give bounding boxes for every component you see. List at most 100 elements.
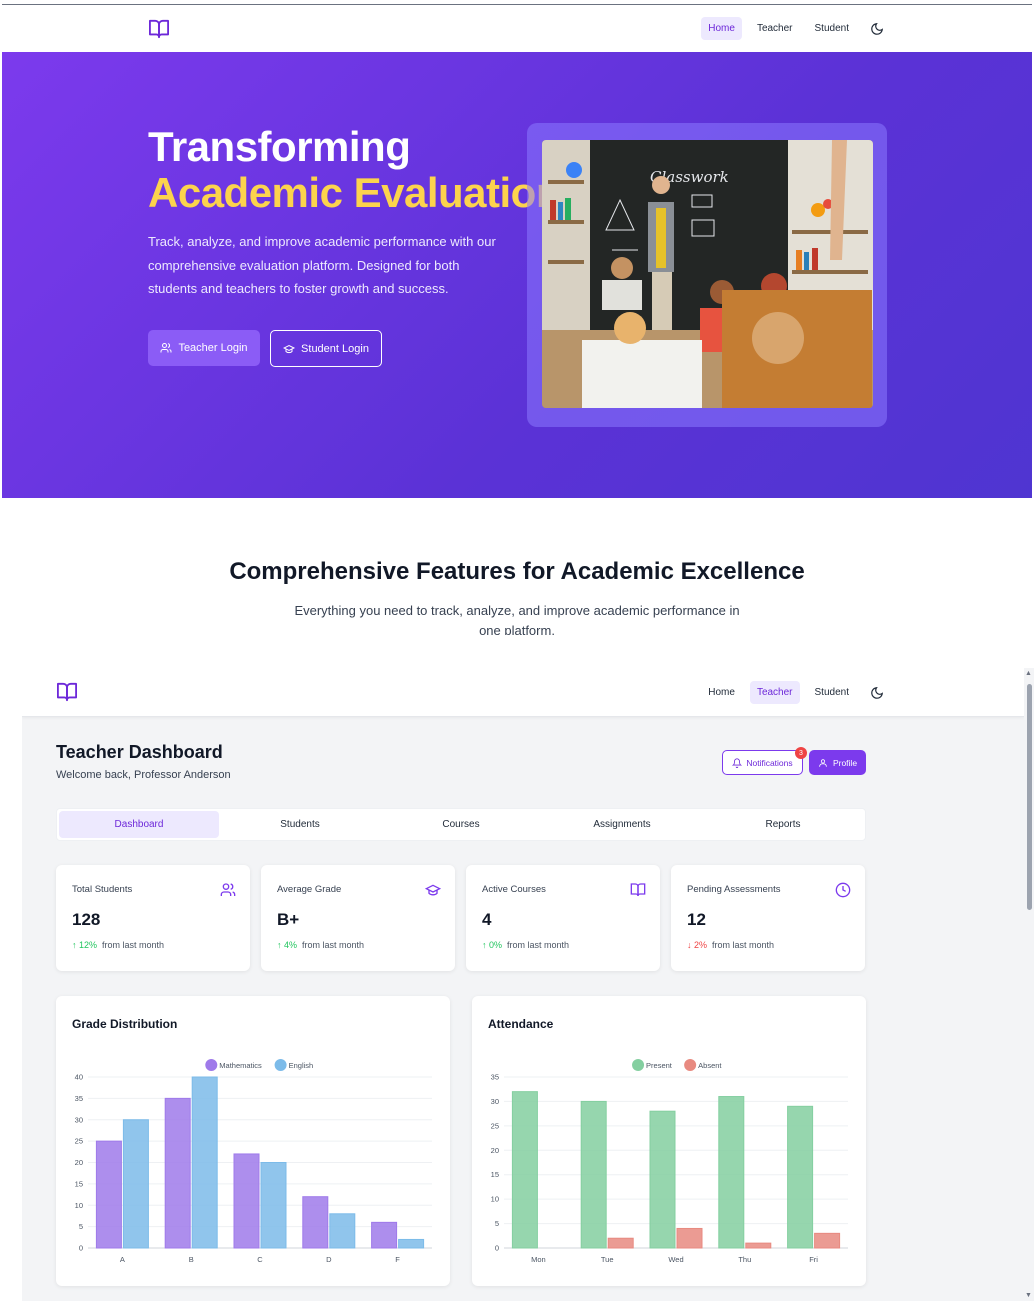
bar[interactable] (260, 1162, 287, 1249)
legend-label[interactable]: English (289, 1061, 314, 1070)
classroom-photo: Classwork (542, 140, 873, 408)
nav-home[interactable]: Home (701, 17, 742, 40)
legend-swatch[interactable] (684, 1059, 697, 1071)
bar[interactable] (302, 1196, 329, 1249)
moon-icon[interactable] (870, 686, 884, 700)
x-tick-label: C (257, 1255, 263, 1264)
app-nav-teacher[interactable]: Teacher (749, 681, 800, 704)
hero-title-line1: Transforming (148, 123, 411, 170)
y-tick-label: 20 (75, 1158, 83, 1167)
stat-trend-value: 0% (489, 940, 503, 950)
bar[interactable] (787, 1105, 814, 1249)
scroll-down-arrow-icon[interactable]: ▼ (1025, 1292, 1032, 1299)
y-tick-label: 30 (75, 1115, 83, 1124)
grade-distribution-card: Grade Distribution 0 5 10 15 20 25 30 35 40 Mathe… (56, 996, 450, 1286)
book-open-icon (630, 883, 646, 897)
dashboard-title: Teacher Dashboard (56, 742, 223, 762)
tab-courses[interactable]: Courses (381, 811, 541, 838)
graduation-cap-icon (425, 884, 441, 896)
bar[interactable] (580, 1100, 607, 1249)
stat-value: 4 (482, 910, 492, 929)
graduation-cap-icon (283, 344, 296, 353)
stat-trend-value: 12% (79, 940, 98, 950)
tab-assignments[interactable]: Assignments (542, 811, 702, 838)
stat-value: 128 (72, 910, 101, 929)
scrollbar[interactable]: ▲ ▼ (1024, 668, 1034, 1301)
teacher-dashboard-app: Home Teacher Student Teacher Dashboard W… (22, 668, 1024, 1301)
y-tick-label: 40 (75, 1073, 83, 1082)
bar[interactable] (649, 1110, 676, 1249)
stat-trend-suffix: from last month (712, 940, 775, 950)
tab-students[interactable]: Students (220, 811, 380, 838)
attendance-card: Attendance 0 5 10 15 20 25 30 35 Present Absent Mo… (472, 996, 866, 1286)
bar[interactable] (95, 1140, 122, 1249)
x-tick-label: Wed (668, 1255, 683, 1264)
bar[interactable] (164, 1097, 191, 1249)
bar[interactable] (676, 1227, 703, 1249)
stat-trend: ↑ 12% from last month (72, 940, 164, 950)
app-nav-home[interactable]: Home (701, 681, 742, 704)
profile-button[interactable]: Profile (809, 750, 866, 775)
book-open-logo-icon[interactable] (148, 19, 170, 39)
teacher-login-button[interactable]: Teacher Login (148, 330, 260, 366)
bar[interactable] (718, 1096, 745, 1249)
stat-trend: ↑ 4% from last month (277, 940, 364, 950)
grade-distribution-chart: 0 5 10 15 20 25 30 35 40 Mathematics English A B C D F (75, 1059, 432, 1264)
bar[interactable] (329, 1213, 356, 1249)
attendance-chart: 0 5 10 15 20 25 30 35 Present Absent Mon Tue Wed Thu F… (491, 1059, 848, 1264)
y-tick-label: 35 (75, 1094, 83, 1103)
bar[interactable] (371, 1221, 398, 1249)
y-tick-label: 0 (79, 1244, 83, 1253)
stat-label: Pending Assessments (687, 884, 781, 895)
hero-title-highlight: Academic Evaluation (148, 169, 561, 216)
page: Home Teacher Student Transforming Academ… (0, 0, 1034, 1301)
bar[interactable] (122, 1119, 149, 1249)
notification-count-badge: 3 (795, 747, 807, 759)
legend-swatch[interactable] (205, 1059, 218, 1071)
legend-label[interactable]: Mathematics (219, 1061, 262, 1070)
dashboard-tabs: Dashboard Students Courses Assignments R… (56, 808, 866, 841)
stat-card-total-students: Total Students 128 ↑ 12% from last month (56, 865, 250, 971)
trend-up-icon: ↑ (72, 940, 77, 950)
tab-reports[interactable]: Reports (703, 811, 863, 838)
y-tick-label: 20 (491, 1146, 499, 1155)
app-navbar: Home Teacher Student (22, 668, 1024, 717)
hero-description: Track, analyze, and improve academic per… (148, 234, 496, 296)
stat-trend-suffix: from last month (102, 940, 165, 950)
legend-swatch[interactable] (274, 1059, 287, 1071)
student-login-label: Student Login (301, 342, 369, 355)
features-subtitle: Everything you need to track, analyze, a… (294, 603, 740, 635)
nav-teacher[interactable]: Teacher (750, 17, 800, 40)
tab-dashboard[interactable]: Dashboard (59, 811, 219, 838)
y-tick-label: 5 (79, 1222, 83, 1231)
bar[interactable] (233, 1153, 260, 1249)
y-tick-label: 15 (75, 1179, 83, 1188)
app-nav-student[interactable]: Student (808, 681, 856, 704)
bar[interactable] (398, 1238, 425, 1249)
bar[interactable] (814, 1232, 841, 1249)
bar[interactable] (745, 1242, 772, 1249)
y-tick-label: 25 (75, 1137, 83, 1146)
x-tick-label: D (326, 1255, 332, 1264)
y-tick-label: 35 (491, 1073, 499, 1082)
y-tick-label: 30 (491, 1097, 499, 1106)
legend-label[interactable]: Present (646, 1061, 673, 1070)
bar[interactable] (191, 1076, 218, 1249)
student-login-button[interactable]: Student Login (270, 330, 382, 367)
trend-up-icon: ↑ (482, 940, 487, 950)
scrollbar-thumb[interactable] (1027, 684, 1032, 910)
profile-label: Profile (832, 757, 858, 768)
notifications-button[interactable]: Notifications (722, 750, 803, 775)
stat-label: Total Students (72, 884, 133, 895)
bar[interactable] (607, 1237, 634, 1249)
bar[interactable] (511, 1091, 538, 1249)
scroll-up-arrow-icon[interactable]: ▲ (1025, 670, 1032, 677)
legend-label[interactable]: Absent (698, 1061, 722, 1070)
x-tick-label: Mon (531, 1255, 546, 1264)
x-tick-label: Thu (738, 1255, 751, 1264)
nav-student[interactable]: Student (808, 17, 856, 40)
moon-icon[interactable] (870, 22, 884, 36)
legend-swatch[interactable] (632, 1059, 645, 1071)
book-open-logo-icon[interactable] (56, 682, 78, 702)
y-tick-label: 15 (491, 1170, 499, 1179)
